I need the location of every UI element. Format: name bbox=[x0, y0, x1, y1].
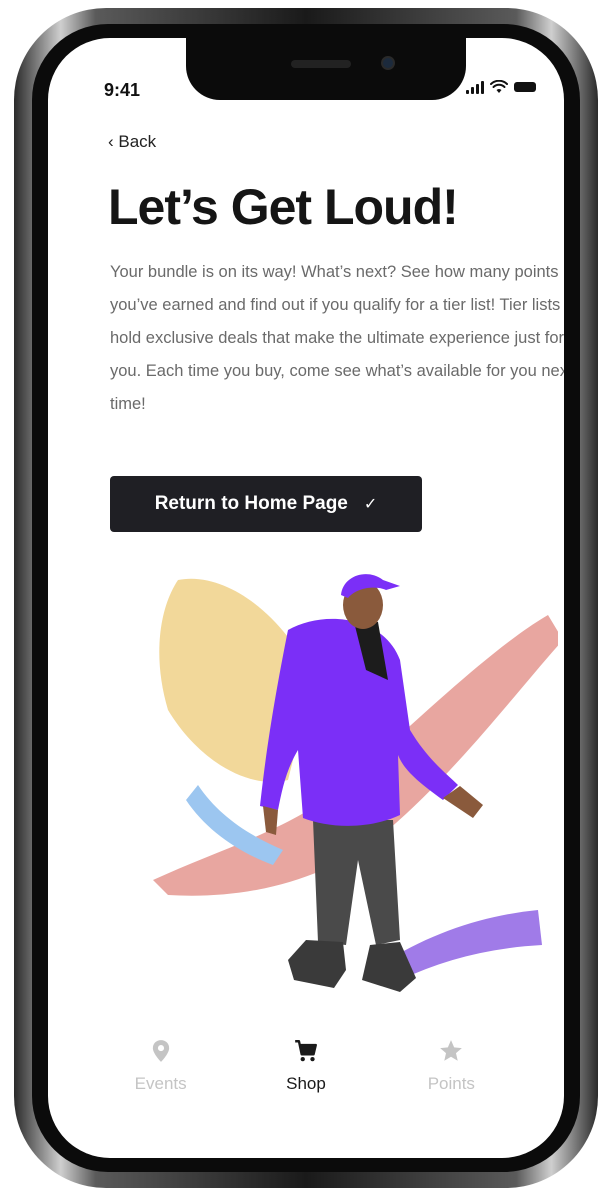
status-icons bbox=[466, 80, 536, 94]
battery-icon bbox=[514, 82, 536, 92]
star-icon bbox=[440, 1040, 463, 1061]
front-camera bbox=[381, 56, 395, 70]
speaker-grille bbox=[291, 60, 351, 68]
body-text: Your bundle is on its way! What’s next? … bbox=[110, 263, 564, 413]
tab-points[interactable]: Points bbox=[396, 1038, 506, 1094]
pants bbox=[313, 820, 400, 945]
phone-screen: 9:41 ‹ Back Let’s Get Loud! Your bundle … bbox=[48, 38, 564, 1158]
location-pin-icon bbox=[152, 1040, 169, 1062]
back-link[interactable]: ‹ Back bbox=[108, 132, 156, 152]
tab-bar: Events Shop Points bbox=[48, 1038, 564, 1128]
signal-icon bbox=[466, 80, 484, 94]
tab-events[interactable]: Events bbox=[106, 1038, 216, 1094]
return-home-button[interactable]: Return to Home Page ✓ bbox=[110, 476, 422, 532]
notch bbox=[186, 38, 466, 100]
tab-shop-label: Shop bbox=[286, 1074, 326, 1093]
left-hand bbox=[263, 806, 278, 835]
tab-shop[interactable]: Shop bbox=[251, 1038, 361, 1094]
tab-points-label: Points bbox=[427, 1074, 475, 1093]
return-home-button-label: Return to Home Page bbox=[154, 493, 348, 514]
wifi-icon bbox=[490, 80, 508, 93]
tab-events-label: Events bbox=[134, 1074, 187, 1093]
shopping-cart-icon bbox=[295, 1040, 317, 1062]
page-title: Let’s Get Loud! bbox=[108, 179, 459, 235]
phone-frame: 9:41 ‹ Back Let’s Get Loud! Your bundle … bbox=[14, 8, 598, 1188]
checkmark-icon: ✓ bbox=[363, 496, 378, 513]
person-illustration bbox=[153, 574, 558, 992]
status-time: 9:41 bbox=[104, 80, 141, 100]
phone-bezel: 9:41 ‹ Back Let’s Get Loud! Your bundle … bbox=[32, 24, 580, 1172]
left-shoe bbox=[288, 940, 346, 988]
